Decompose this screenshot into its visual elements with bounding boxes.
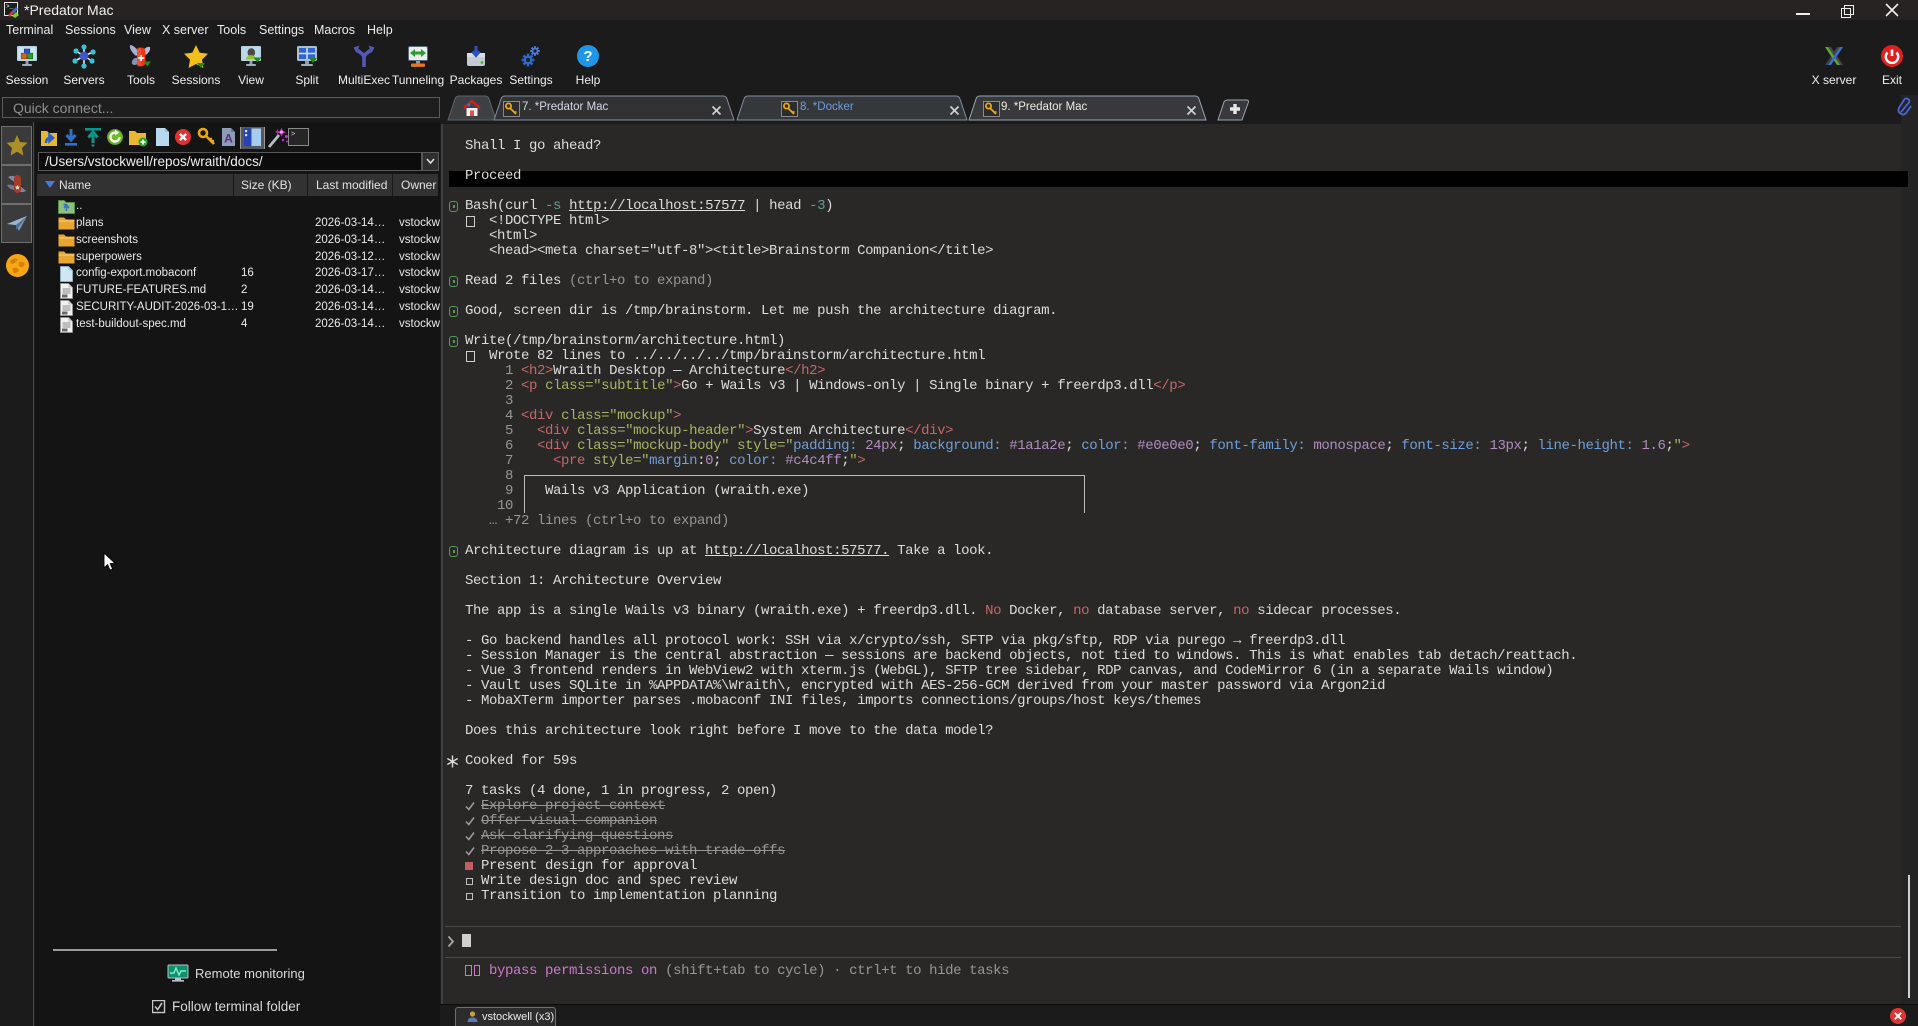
svg-text:>_: >_ — [6, 3, 14, 10]
svg-text:A: A — [224, 132, 233, 146]
svg-text:>: > — [291, 131, 295, 139]
svg-text:?: ? — [583, 48, 592, 65]
